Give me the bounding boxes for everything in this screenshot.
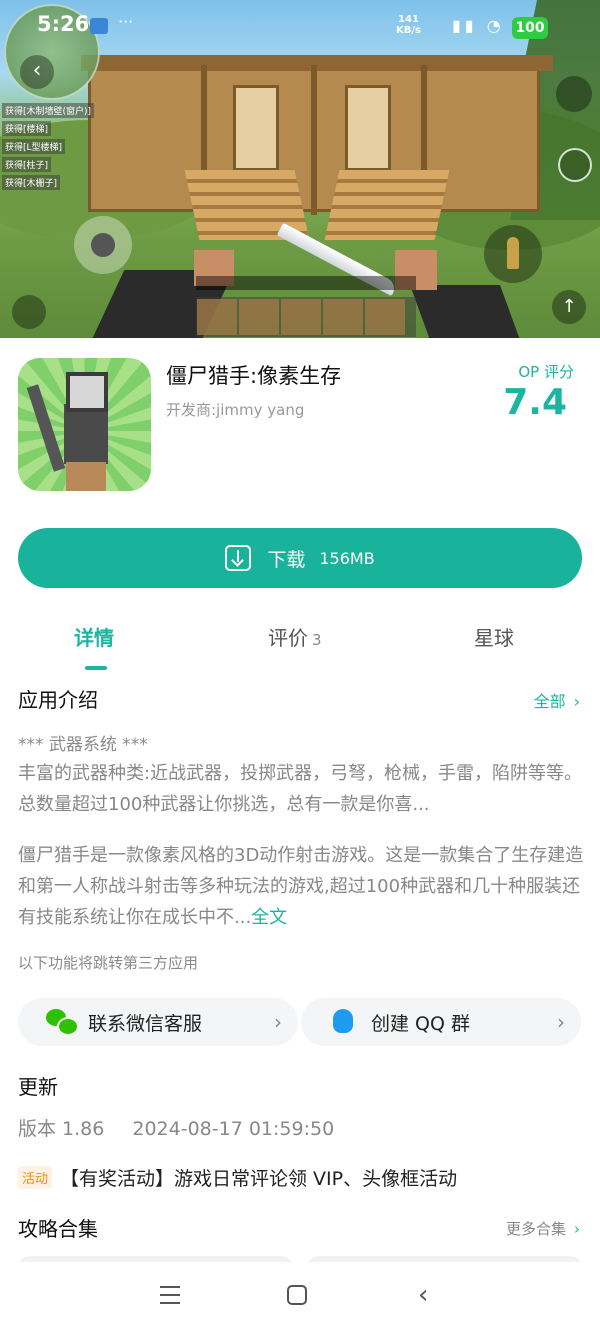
qq-icon xyxy=(329,1009,359,1035)
wechat-icon xyxy=(46,1009,79,1036)
tab-reviews-label: 评价 xyxy=(268,626,308,650)
weapon-slot-icon[interactable] xyxy=(556,76,592,112)
intro-tag: *** 武器系统 *** xyxy=(18,735,148,755)
back-icon[interactable]: ‹ xyxy=(418,1282,428,1308)
score-label: OP 评分 xyxy=(518,363,574,381)
health-bar xyxy=(196,276,416,290)
net-speed-value: 141 xyxy=(398,14,419,25)
fire-bullet-icon[interactable] xyxy=(484,225,542,283)
app-icon[interactable] xyxy=(18,358,151,491)
loot-entry: 获得[L型楼梯] xyxy=(2,139,66,154)
more-guides-link[interactable]: 更多合集 › xyxy=(506,1218,580,1239)
tab-details[interactable]: 详情 xyxy=(74,622,114,651)
intro-paragraph-text: 僵尸猎手是一款像素风格的3D动作射击游戏。这是一款集合了生存建造和第一人称战斗射… xyxy=(18,845,584,928)
download-icon xyxy=(225,545,252,571)
loot-entry: 获得[楼梯] xyxy=(2,121,52,136)
intro-more-label: 全部 xyxy=(533,692,566,711)
active-tab-indicator xyxy=(85,666,107,670)
developer-name[interactable]: 开发商:jimmy yang xyxy=(166,399,304,420)
download-size: 156MB xyxy=(319,548,375,568)
game-screenshot[interactable]: ‹ 获得[木制墙壁(窗户)] 获得[楼梯] 获得[L型楼梯] 获得[柱子] 获得… xyxy=(0,0,600,338)
aim-crosshair-icon[interactable] xyxy=(558,148,592,182)
hotbar-slot[interactable] xyxy=(239,299,279,335)
loot-entry: 获得[木制墙壁(窗户)] xyxy=(2,103,95,118)
chevron-right-icon: › xyxy=(557,1010,565,1034)
chevron-right-icon: › xyxy=(574,1220,580,1238)
loot-entry: 获得[柱子] xyxy=(2,157,52,172)
icon-body xyxy=(64,404,108,464)
activity-text: 【有奖活动】游戏日常评论领 VIP、头像框活动 xyxy=(60,1168,458,1190)
tab-planet[interactable]: 星球 xyxy=(474,622,514,651)
hut-beam xyxy=(311,65,317,215)
status-time: 5:26 xyxy=(37,12,90,36)
battery-indicator: 100 xyxy=(512,17,548,39)
activity-banner[interactable]: 活动 【有奖活动】游戏日常评论领 VIP、头像框活动 xyxy=(18,1164,457,1191)
intro-paragraph: 僵尸猎手是一款像素风格的3D动作射击游戏。这是一款集合了生存建造和第一人称战斗射… xyxy=(18,840,584,933)
net-speed-unit: KB/s xyxy=(396,25,421,36)
intro-paragraph: 丰富的武器种类:近战武器，投掷武器，弓弩，枪械，手雷，陷阱等等。总数量超过100… xyxy=(18,763,583,815)
full-text-link[interactable]: 全文 xyxy=(251,907,287,928)
menu-icon[interactable] xyxy=(160,1286,180,1304)
loot-entry: 获得[木栅子] xyxy=(2,175,61,190)
more-guides-label: 更多合集 xyxy=(505,1220,566,1238)
intro-more-link[interactable]: 全部 › xyxy=(534,688,580,712)
tab-reviews[interactable]: 评价 3 xyxy=(268,622,322,651)
hut-door xyxy=(233,85,279,171)
update-title: 更新 xyxy=(18,1075,58,1099)
signal-wifi-icon: ▮▮ ◔ xyxy=(452,16,505,35)
hut-roof xyxy=(81,55,553,71)
hotbar-slot[interactable] xyxy=(323,299,363,335)
score-value: 7.4 xyxy=(503,382,567,423)
loot-log: 获得[木制墙壁(窗户)] 获得[楼梯] 获得[L型楼梯] 获得[柱子] 获得[木… xyxy=(2,103,122,193)
wechat-support-button[interactable]: 联系微信客服 › xyxy=(18,998,298,1046)
wooden-hut xyxy=(81,55,553,215)
icon-gun xyxy=(26,384,66,472)
stairs xyxy=(324,170,450,240)
chevron-right-icon: › xyxy=(274,1010,282,1034)
item-hotbar[interactable] xyxy=(196,297,416,337)
hut-door xyxy=(345,85,391,171)
chevron-right-icon: › xyxy=(573,692,580,711)
download-button[interactable]: 下载 156MB xyxy=(18,528,582,588)
review-count: 3 xyxy=(312,631,322,649)
right-arm xyxy=(409,285,521,338)
update-date: 2024-08-17 01:59:50 xyxy=(132,1118,335,1140)
wechat-support-label: 联系微信客服 xyxy=(88,1012,203,1035)
backpack-icon[interactable] xyxy=(12,295,46,329)
create-qq-group-label: 创建 QQ 群 xyxy=(371,1012,470,1035)
activity-badge: 活动 xyxy=(18,1166,53,1189)
system-nav-bar: ‹ xyxy=(0,1262,600,1333)
create-qq-group-button[interactable]: 创建 QQ 群 › xyxy=(301,998,581,1046)
notification-card-icon xyxy=(90,18,108,34)
status-bar: 5:26 ··· 141 KB/s ▮▮ ◔ 100 xyxy=(0,0,600,48)
version-number: 版本 1.86 xyxy=(18,1118,105,1140)
third-party-notice: 以下功能将跳转第三方应用 xyxy=(18,954,199,972)
hotbar-slot[interactable] xyxy=(197,299,237,335)
download-label: 下载 xyxy=(267,548,306,571)
more-notifications-icon: ··· xyxy=(118,12,134,31)
icon-head xyxy=(66,372,108,412)
game-back-icon[interactable]: ‹ xyxy=(20,55,54,89)
home-icon[interactable] xyxy=(287,1285,307,1305)
network-speed: 141 KB/s xyxy=(396,14,421,36)
hotbar-slot[interactable] xyxy=(365,299,405,335)
jump-arrow-icon[interactable]: ↑ xyxy=(552,290,586,324)
app-name: 僵尸猎手:像素生存 xyxy=(166,364,342,388)
icon-legs xyxy=(66,462,106,491)
hotbar-slot[interactable] xyxy=(281,299,321,335)
movement-joystick[interactable] xyxy=(74,216,132,274)
version-info: 版本 1.86 2024-08-17 01:59:50 xyxy=(18,1114,334,1141)
tab-bar: 详情 评价 3 星球 xyxy=(0,622,600,670)
intro-title: 应用介绍 xyxy=(18,688,98,712)
guides-title: 攻略合集 xyxy=(18,1217,98,1241)
